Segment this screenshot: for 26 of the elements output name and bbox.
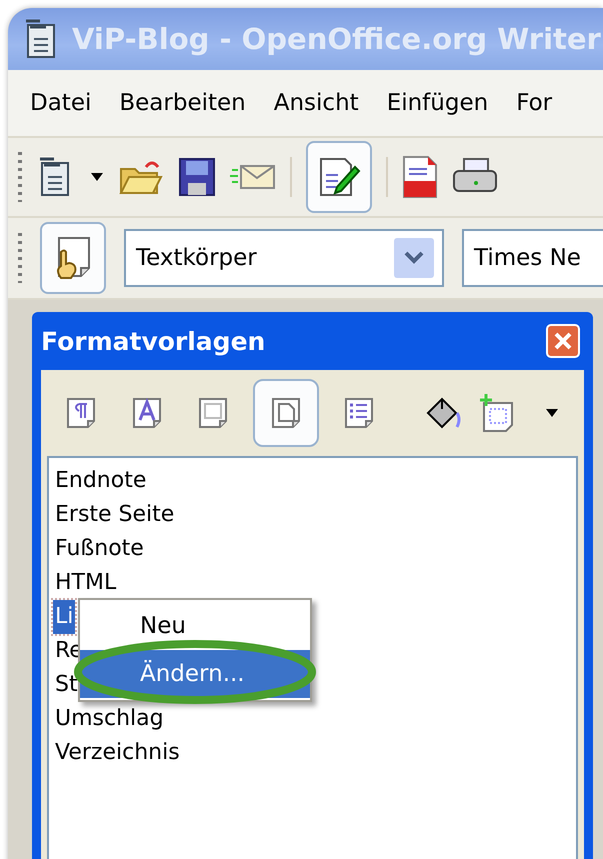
page-style-icon[interactable] [253,379,319,447]
close-icon [554,332,572,350]
menu-item[interactable]: Datei [16,90,106,116]
paragraph-style-dropdown[interactable]: Textkörper [124,229,444,287]
list-item[interactable]: HTML [53,566,118,600]
list-item[interactable]: Erste Seite [53,498,176,532]
list-item[interactable]: Fußnote [53,532,146,566]
list-item[interactable]: Li [53,600,76,634]
list-item[interactable]: St [53,668,80,702]
caret-icon[interactable] [90,172,104,182]
panel-title: Formatvorlagen [41,326,266,356]
menu-item[interactable]: Bearbeiten [105,90,260,116]
list-item[interactable]: Endnote [53,464,148,498]
font-name-field[interactable]: Times Ne [462,229,603,287]
menu-item[interactable]: Einfügen [372,90,502,116]
list-item[interactable]: Verzeichnis [53,736,182,770]
list-item[interactable]: Umschlag [53,702,166,736]
close-button[interactable] [546,324,580,358]
edit-document-icon[interactable] [306,141,372,213]
menu-item[interactable]: Ansicht [260,90,373,116]
window-title: ViP-Blog - OpenOffice.org Writer [72,22,601,56]
page-hand-icon[interactable] [40,222,106,294]
menu-item[interactable]: Neu [80,602,310,650]
menu-item[interactable]: For [502,90,566,116]
envelope-icon[interactable] [230,162,276,192]
pdf-document-icon[interactable] [402,155,438,199]
